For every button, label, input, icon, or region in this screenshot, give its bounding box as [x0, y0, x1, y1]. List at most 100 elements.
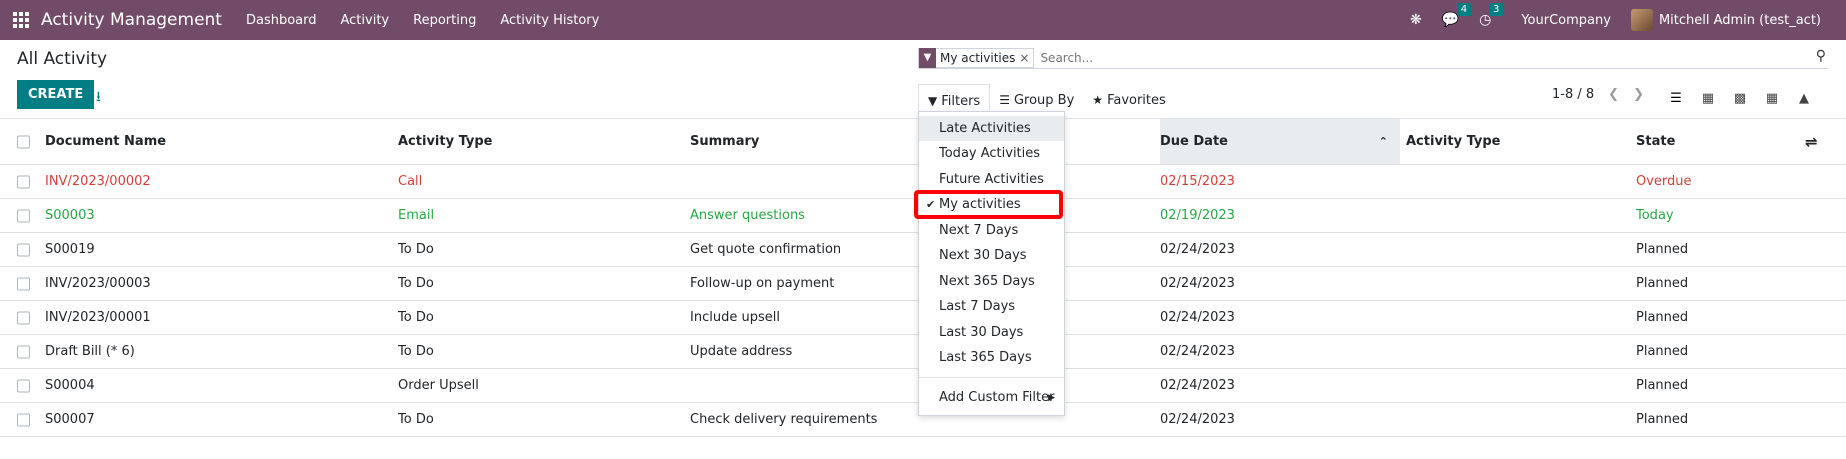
- filter-late-activities[interactable]: Late Activities: [919, 116, 1064, 141]
- nav-reporting[interactable]: Reporting: [413, 13, 476, 28]
- favorites-label: Favorites: [1107, 92, 1166, 108]
- cell-due-date: 02/24/2023: [1160, 412, 1235, 427]
- cell-due-date: 02/24/2023: [1160, 276, 1235, 291]
- cell-document-name: S00019: [45, 242, 95, 257]
- cell-document-name: INV/2023/00003: [45, 276, 151, 291]
- row-checkbox[interactable]: [17, 209, 30, 222]
- cell-activity-type: To Do: [398, 276, 434, 291]
- company-switcher[interactable]: YourCompany: [1521, 13, 1611, 28]
- graph-view-icon[interactable]: ▲: [1788, 84, 1820, 112]
- cell-state: Planned: [1636, 344, 1689, 359]
- favorites-button[interactable]: ★ Favorites: [1083, 84, 1175, 116]
- cell-document-name: S00007: [45, 412, 95, 427]
- row-checkbox[interactable]: [17, 345, 30, 358]
- filter-future-activities[interactable]: Future Activities: [919, 167, 1064, 192]
- cell-state: Planned: [1636, 242, 1689, 257]
- filter-next-7-days[interactable]: Next 7 Days: [919, 218, 1064, 243]
- bug-icon[interactable]: ❋: [1410, 12, 1422, 28]
- search-icon[interactable]: ⚲: [1816, 48, 1826, 64]
- column-state[interactable]: State: [1636, 119, 1675, 164]
- user-menu[interactable]: Mitchell Admin (test_act): [1659, 13, 1821, 28]
- star-icon: ★: [1092, 93, 1104, 107]
- cell-state: Today: [1636, 208, 1674, 223]
- activity-clock-icon[interactable]: ◷ 3: [1479, 3, 1504, 28]
- row-checkbox[interactable]: [17, 413, 30, 426]
- search-bar: ▼ My activities × ⚲: [918, 47, 1828, 69]
- cell-document-name: S00004: [45, 378, 95, 393]
- cell-activity-type: To Do: [398, 310, 434, 325]
- messages-icon[interactable]: 💬 4: [1442, 3, 1472, 28]
- row-checkbox[interactable]: [17, 277, 30, 290]
- add-custom-filter[interactable]: Add Custom Filter ▶: [919, 385, 1064, 410]
- highlight-annotation: [914, 190, 1063, 219]
- layers-icon: ☰: [999, 93, 1010, 107]
- chevron-right-icon[interactable]: ❯: [1633, 87, 1644, 102]
- messages-badge: 4: [1456, 3, 1472, 16]
- list-view-icon[interactable]: ☰: [1660, 84, 1692, 112]
- filter-last-7-days[interactable]: Last 7 Days: [919, 294, 1064, 319]
- chevron-left-icon[interactable]: ❮: [1608, 87, 1619, 102]
- sort-up-icon: ⌃: [1378, 135, 1388, 148]
- column-activity-type-2[interactable]: Activity Type: [1406, 119, 1501, 164]
- cell-due-date: 02/24/2023: [1160, 344, 1235, 359]
- cell-activity-type: To Do: [398, 242, 434, 257]
- column-document-name[interactable]: Document Name: [45, 119, 166, 164]
- cell-summary: Include upsell: [690, 310, 780, 325]
- pager-value[interactable]: 1-8 / 8: [1552, 87, 1594, 102]
- cell-due-date: 02/19/2023: [1160, 208, 1235, 223]
- user-avatar[interactable]: [1630, 9, 1653, 31]
- page-title: All Activity: [17, 49, 108, 69]
- column-activity-type[interactable]: Activity Type: [398, 119, 493, 164]
- column-summary[interactable]: Summary: [690, 119, 759, 164]
- filter-today-activities[interactable]: Today Activities: [919, 141, 1064, 166]
- kanban-view-icon[interactable]: ▩: [1724, 84, 1756, 112]
- cell-state: Planned: [1636, 412, 1689, 427]
- cell-state: Planned: [1636, 276, 1689, 291]
- nav-activity[interactable]: Activity: [341, 13, 390, 28]
- cell-document-name: S00003: [45, 208, 95, 223]
- nav-dashboard[interactable]: Dashboard: [246, 13, 317, 28]
- filter-next-30-days[interactable]: Next 30 Days: [919, 243, 1064, 268]
- activities-badge: 3: [1488, 3, 1504, 16]
- search-input[interactable]: [1040, 50, 1741, 65]
- facet-label: My activities: [940, 50, 1016, 65]
- filter-icon: ▼: [928, 94, 938, 108]
- cell-document-name: Draft Bill (* 6): [45, 344, 135, 359]
- cell-summary: Follow-up on payment: [690, 276, 835, 291]
- calendar-view-icon[interactable]: ▦: [1692, 84, 1724, 112]
- row-checkbox[interactable]: [17, 379, 30, 392]
- add-custom-filter-label: Add Custom Filter: [939, 390, 1055, 405]
- cell-activity-type: To Do: [398, 344, 434, 359]
- nav-activity-history[interactable]: Activity History: [500, 13, 599, 28]
- row-checkbox[interactable]: [17, 175, 30, 188]
- download-icon[interactable]: ⭳: [96, 86, 101, 110]
- cell-state: Planned: [1636, 378, 1689, 393]
- filters-dropdown: Late Activities Today Activities Future …: [918, 111, 1065, 416]
- optional-columns-icon[interactable]: ⇌: [1805, 133, 1818, 151]
- cell-activity-type: Call: [398, 174, 423, 189]
- filter-icon: ▼: [919, 47, 936, 68]
- filter-last-365-days[interactable]: Last 365 Days: [919, 345, 1064, 370]
- close-icon[interactable]: ×: [1019, 51, 1033, 65]
- navbar-systray: ❋ 💬 4 ◷ 3 YourCompany Mitchell Admin (test…: [1410, 0, 1846, 40]
- caret-right-icon: ▶: [1048, 392, 1055, 403]
- column-due-date[interactable]: Due Date ⌃: [1160, 119, 1400, 164]
- cell-document-name: INV/2023/00002: [45, 174, 151, 189]
- filter-last-30-days[interactable]: Last 30 Days: [919, 320, 1064, 345]
- row-checkbox[interactable]: [17, 243, 30, 256]
- app-title[interactable]: Activity Management: [41, 10, 222, 30]
- pivot-view-icon[interactable]: ▦: [1756, 84, 1788, 112]
- cell-due-date: 02/24/2023: [1160, 242, 1235, 257]
- row-checkbox[interactable]: [17, 311, 30, 324]
- cell-activity-type: Order Upsell: [398, 378, 479, 393]
- view-switcher: ☰ ▦ ▩ ▦ ▲: [1660, 84, 1820, 112]
- cell-due-date: 02/24/2023: [1160, 310, 1235, 325]
- cell-summary: Get quote confirmation: [690, 242, 842, 257]
- cell-activity-type: Email: [398, 208, 435, 223]
- filter-next-365-days[interactable]: Next 365 Days: [919, 269, 1064, 294]
- create-button[interactable]: CREATE: [17, 80, 95, 109]
- apps-menu-icon[interactable]: [13, 12, 29, 28]
- pager: 1-8 / 8 ❮ ❯: [1552, 87, 1644, 102]
- select-all-checkbox[interactable]: [17, 135, 30, 148]
- cell-summary: Answer questions: [690, 208, 805, 223]
